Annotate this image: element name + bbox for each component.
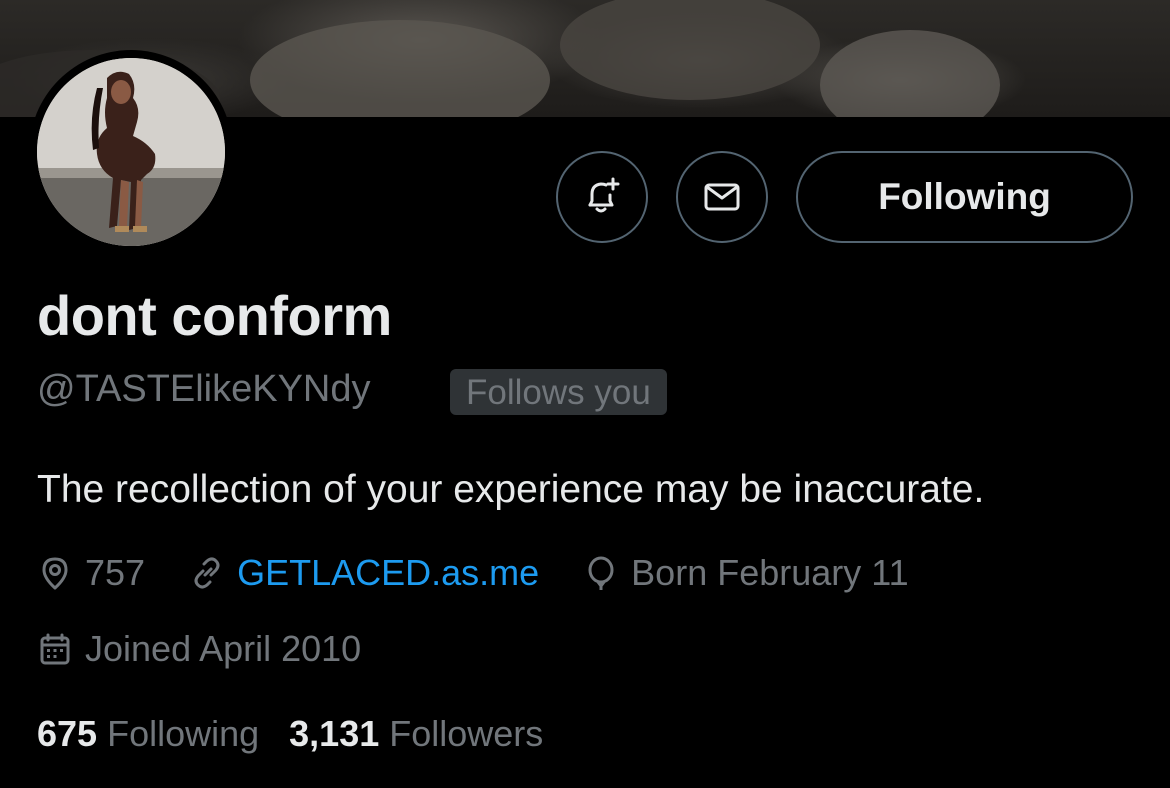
handle: @TASTElikeKYNdy <box>37 368 371 410</box>
website-link[interactable]: GETLACED.as.me <box>237 552 539 594</box>
notifications-button[interactable] <box>556 151 648 243</box>
following-button[interactable]: Following <box>796 151 1133 243</box>
following-stat-label: Following <box>107 713 260 754</box>
follows-you-badge: Follows you <box>450 369 667 415</box>
followers-count: 3,131 <box>289 713 380 754</box>
avatar[interactable] <box>37 58 225 246</box>
banner-fabric-shape <box>250 20 550 117</box>
link-icon <box>194 557 220 589</box>
avatar-photo <box>37 58 225 246</box>
followers-stat[interactable]: 3,131 Followers <box>289 713 543 755</box>
profile-meta-row: 757 GETLACED.as.me Born February 11 <box>37 552 909 594</box>
bio: The recollection of your experience may … <box>37 468 985 511</box>
message-button[interactable] <box>676 151 768 243</box>
banner-fabric-shape <box>560 0 820 100</box>
following-stat[interactable]: 675 Following <box>37 713 259 755</box>
location-text: 757 <box>85 552 146 593</box>
website-item[interactable]: GETLACED.as.me <box>189 552 539 594</box>
joined-text: Joined April 2010 <box>85 628 362 669</box>
mail-icon <box>704 183 740 211</box>
following-count: 675 <box>37 713 98 754</box>
balloon-icon <box>588 556 614 590</box>
location-pin-icon <box>42 557 68 590</box>
calendar-icon <box>40 633 70 665</box>
joined-item: Joined April 2010 <box>37 628 361 670</box>
birthday-item: Born February 11 <box>583 552 909 594</box>
following-button-label: Following <box>878 176 1051 217</box>
profile-meta-row-joined: Joined April 2010 <box>37 628 361 670</box>
followers-stat-label: Followers <box>389 713 544 754</box>
display-name: dont conform <box>37 284 392 347</box>
banner-fabric-shape <box>820 30 1000 117</box>
profile-page: Following dont conform @TASTElikeKYNdy F… <box>0 0 1170 788</box>
location-item: 757 <box>37 552 145 594</box>
follow-stats: 675 Following 3,131 Followers <box>37 713 543 755</box>
bell-plus-icon <box>588 177 620 213</box>
birthday-text: Born February 11 <box>631 552 909 593</box>
